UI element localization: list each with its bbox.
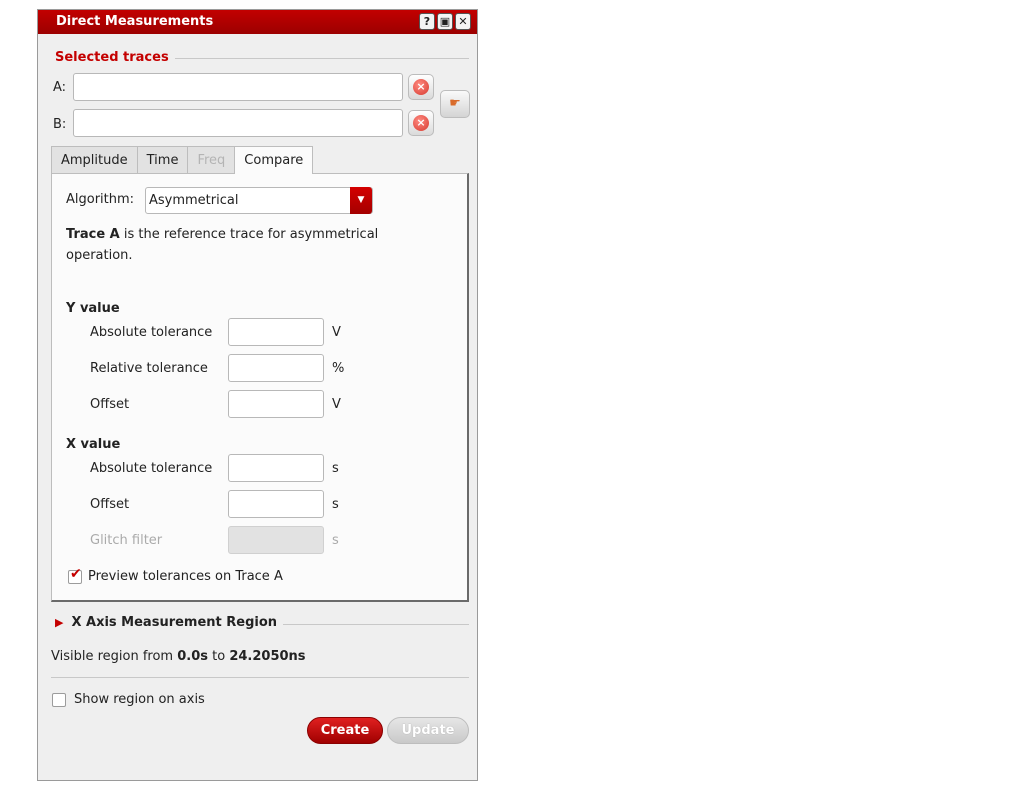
trace-b-label: B: <box>53 117 67 132</box>
window-controls: ? ▣ ✕ <box>419 13 471 30</box>
show-region-label[interactable]: Show region on axis <box>74 692 205 707</box>
preview-tolerances-label[interactable]: Preview tolerances on Trace A <box>88 569 283 584</box>
y-absolute-tolerance-unit: V <box>332 325 341 340</box>
dropdown-arrow-icon: ▼ <box>350 187 372 214</box>
update-button: Update <box>387 717 469 744</box>
region-from: 0.0s <box>177 649 209 664</box>
create-button[interactable]: Create <box>307 717 383 744</box>
x-absolute-tolerance-unit: s <box>332 461 339 476</box>
desc-trace-name: Trace A <box>66 227 120 242</box>
clear-icon: × <box>413 115 429 131</box>
trace-b-input[interactable] <box>73 109 403 137</box>
y-offset-unit: V <box>332 397 341 412</box>
y-offset-input[interactable] <box>228 390 324 418</box>
close-icon[interactable]: ✕ <box>455 13 471 30</box>
x-offset-input[interactable] <box>228 490 324 518</box>
x-value-heading: X value <box>66 437 121 452</box>
x-absolute-tolerance-label: Absolute tolerance <box>90 461 213 476</box>
visible-region-text: Visible region from 0.0s to 24.2050ns <box>51 649 306 664</box>
selected-traces-heading: Selected traces <box>55 50 469 66</box>
measurement-tabs: Amplitude Time Freq Compare <box>51 146 314 174</box>
y-offset-label: Offset <box>90 397 130 412</box>
help-icon[interactable]: ? <box>419 13 435 30</box>
pointer-icon: ☛ <box>449 96 461 111</box>
compare-tab-content: Algorithm: Asymmetrical ▼ Trace A is the… <box>51 173 469 602</box>
checkmark-icon: ✔ <box>70 566 82 582</box>
selected-traces-title: Selected traces <box>55 50 175 65</box>
trace-a-input[interactable] <box>73 73 403 101</box>
window-title: Direct Measurements <box>56 14 214 29</box>
y-relative-tolerance-label: Relative tolerance <box>90 361 208 376</box>
trace-a-label: A: <box>53 80 67 95</box>
y-absolute-tolerance-label: Absolute tolerance <box>90 325 213 340</box>
y-relative-tolerance-input[interactable] <box>228 354 324 382</box>
region-prefix: Visible region from <box>51 649 178 664</box>
tab-freq: Freq <box>187 146 236 173</box>
y-absolute-tolerance-input[interactable] <box>228 318 324 346</box>
x-offset-unit: s <box>332 497 339 512</box>
tab-compare[interactable]: Compare <box>234 146 314 174</box>
algorithm-value: Asymmetrical <box>149 193 239 208</box>
algorithm-select[interactable]: Asymmetrical ▼ <box>145 187 373 214</box>
pick-traces-button[interactable]: ☛ <box>440 90 470 118</box>
glitch-filter-input <box>228 526 324 554</box>
glitch-filter-unit: s <box>332 533 339 548</box>
algorithm-description: Trace A is the reference trace for asymm… <box>66 224 426 266</box>
tab-time[interactable]: Time <box>136 146 189 173</box>
x-offset-label: Offset <box>90 497 130 512</box>
show-region-checkbox[interactable] <box>52 693 66 707</box>
region-mid: to <box>208 649 230 664</box>
expand-triangle-icon[interactable]: ▶ <box>55 616 72 629</box>
x-axis-region-title[interactable]: X Axis Measurement Region <box>71 615 284 630</box>
y-relative-tolerance-unit: % <box>332 361 345 376</box>
clear-icon: × <box>413 79 429 95</box>
algorithm-label: Algorithm: <box>66 192 135 207</box>
direct-measurements-panel: Direct Measurements ? ▣ ✕ Selected trace… <box>37 9 478 781</box>
region-divider <box>51 677 469 678</box>
y-value-heading: Y value <box>66 301 120 316</box>
float-window-icon[interactable]: ▣ <box>437 13 453 30</box>
x-axis-region-heading[interactable]: ▶ X Axis Measurement Region <box>55 615 469 633</box>
tab-amplitude[interactable]: Amplitude <box>51 146 138 173</box>
preview-tolerances-checkbox[interactable]: ✔ <box>68 566 82 584</box>
region-to: 24.2050ns <box>229 649 306 664</box>
clear-trace-a-button[interactable]: × <box>408 74 434 100</box>
clear-trace-b-button[interactable]: × <box>408 110 434 136</box>
glitch-filter-label: Glitch filter <box>90 533 163 548</box>
x-absolute-tolerance-input[interactable] <box>228 454 324 482</box>
title-bar: Direct Measurements ? ▣ ✕ <box>38 10 477 34</box>
